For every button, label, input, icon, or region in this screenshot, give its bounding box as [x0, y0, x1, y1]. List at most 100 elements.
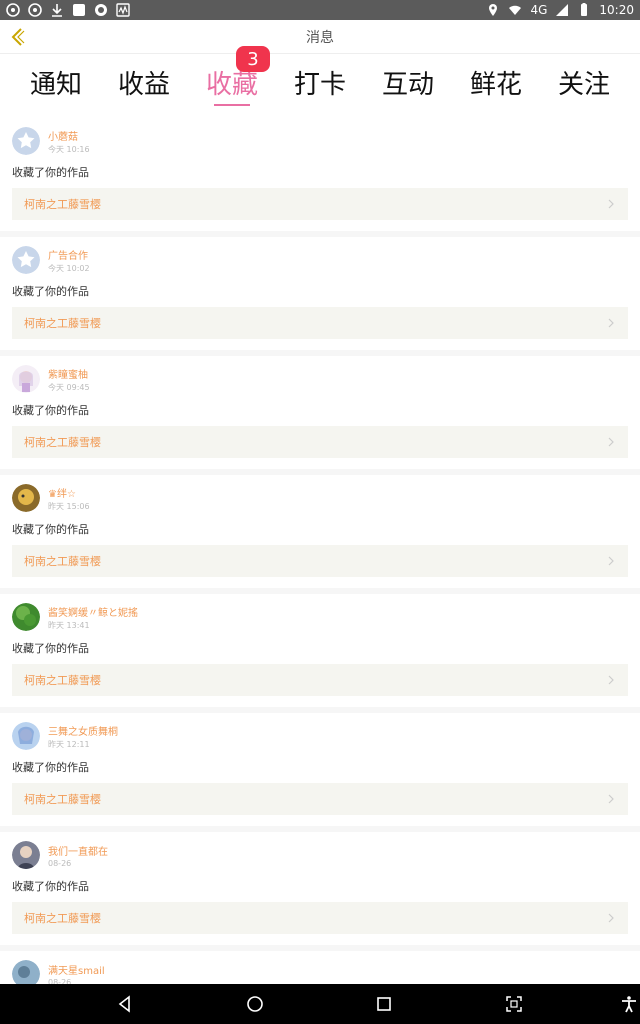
tab-follows[interactable]: 关注: [540, 54, 628, 118]
username[interactable]: 广告合作: [48, 247, 90, 262]
timestamp: 昨天 13:41: [48, 620, 90, 630]
timestamp: 今天 10:16: [48, 144, 90, 154]
tab-interactions[interactable]: 互动: [364, 54, 452, 118]
action-text: 收藏了你的作品: [12, 761, 89, 774]
list-item: 满天星smail 08-26: [0, 951, 640, 984]
unread-badge: 3: [236, 46, 270, 72]
user-row[interactable]: 小蘑菇 今天 10:16: [12, 126, 628, 156]
tab-label: 关注: [557, 70, 610, 100]
tab-label: 收藏: [205, 70, 258, 100]
tab-label: 收益: [117, 70, 170, 100]
username[interactable]: 紫瞳蜜柚: [48, 366, 90, 381]
chevron-right-icon: [608, 199, 614, 209]
username[interactable]: 我们一直都在: [48, 843, 108, 858]
action-text: 收藏了你的作品: [12, 404, 89, 417]
work-title: 柯南之工藤雪樱: [24, 793, 101, 806]
timestamp: 昨天 15:06: [48, 501, 90, 511]
accessibility-icon: [622, 996, 636, 1013]
status-icons-right: 4G 10:20: [486, 3, 634, 17]
download-icon: [50, 3, 64, 17]
battery-icon: [577, 3, 591, 17]
tab-label: 鲜花: [469, 70, 522, 100]
tab-label: 打卡: [293, 70, 346, 100]
tab-checkin[interactable]: 打卡: [276, 54, 364, 118]
tab-favorites[interactable]: 收藏 3: [188, 46, 276, 118]
tab-notifications[interactable]: 通知: [12, 54, 100, 118]
avatar[interactable]: [12, 841, 40, 869]
system-nav-bar: [0, 984, 640, 1024]
work-title: 柯南之工藤雪樱: [24, 317, 101, 330]
work-link[interactable]: 柯南之工藤雪樱: [12, 545, 628, 577]
nav-screenshot-button[interactable]: [502, 992, 526, 1016]
work-link[interactable]: 柯南之工藤雪樱: [12, 307, 628, 339]
work-link[interactable]: 柯南之工藤雪樱: [12, 783, 628, 815]
tab-label: 互动: [381, 70, 434, 100]
page-title: 消息: [306, 29, 334, 46]
chevron-right-icon: [608, 437, 614, 447]
status-time: 10:20: [599, 3, 634, 17]
work-title: 柯南之工藤雪樱: [24, 912, 101, 925]
work-title: 柯南之工藤雪樱: [24, 436, 101, 449]
list-item: 酱笑婀缓〃鲸と妮搖 昨天 13:41 收藏了你的作品 柯南之工藤雪樱: [0, 594, 640, 707]
nav-back-button[interactable]: [113, 992, 137, 1016]
user-row[interactable]: 三舞之女质舞桐 昨天 12:11: [12, 721, 628, 751]
back-icon: [118, 995, 130, 1013]
user-row[interactable]: 满天星smail 08-26: [12, 959, 628, 984]
chevron-right-icon: [608, 556, 614, 566]
chevron-left-icon: [11, 28, 25, 46]
list-item: 紫瞳蜜柚 今天 09:45 收藏了你的作品 柯南之工藤雪樱: [0, 356, 640, 469]
avatar[interactable]: [12, 960, 40, 984]
work-title: 柯南之工藤雪樱: [24, 674, 101, 687]
tab-label: 通知: [29, 70, 82, 100]
work-link[interactable]: 柯南之工藤雪樱: [12, 902, 628, 934]
chevron-right-icon: [608, 913, 614, 923]
network-label: 4G: [530, 3, 548, 17]
work-link[interactable]: 柯南之工藤雪樱: [12, 664, 628, 696]
work-link[interactable]: 柯南之工藤雪樱: [12, 188, 628, 220]
action-text: 收藏了你的作品: [12, 880, 89, 893]
user-row[interactable]: 广告合作 今天 10:02: [12, 245, 628, 275]
avatar[interactable]: [12, 246, 40, 274]
square-icon: [72, 3, 86, 17]
nav-home-button[interactable]: [243, 992, 267, 1016]
status-bar: 4G 10:20: [0, 0, 640, 20]
timestamp: 08-26: [48, 858, 72, 868]
avatar[interactable]: [12, 484, 40, 512]
work-title: 柯南之工藤雪樱: [24, 555, 101, 568]
message-list[interactable]: 小蘑菇 今天 10:16 收藏了你的作品 柯南之工藤雪樱 广告合作 今天 10:…: [0, 118, 640, 984]
home-icon: [247, 996, 263, 1012]
signal-icon: [555, 3, 569, 17]
list-item: 广告合作 今天 10:02 收藏了你的作品 柯南之工藤雪樱: [0, 237, 640, 350]
username[interactable]: 三舞之女质舞桐: [48, 723, 118, 738]
user-row[interactable]: ♛绊☆ 昨天 15:06: [12, 483, 628, 513]
action-text: 收藏了你的作品: [12, 166, 89, 179]
user-row[interactable]: 我们一直都在 08-26: [12, 840, 628, 870]
work-title: 柯南之工藤雪樱: [24, 198, 101, 211]
avatar[interactable]: [12, 127, 40, 155]
list-item: 小蘑菇 今天 10:16 收藏了你的作品 柯南之工藤雪樱: [0, 118, 640, 231]
work-link[interactable]: 柯南之工藤雪樱: [12, 426, 628, 458]
chat-icon: [94, 3, 108, 17]
waveform-icon: [116, 3, 130, 17]
nav-accessibility-button[interactable]: [617, 992, 640, 1016]
user-row[interactable]: 酱笑婀缓〃鲸と妮搖 昨天 13:41: [12, 602, 628, 632]
username[interactable]: 满天星smail: [48, 962, 105, 977]
avatar[interactable]: [12, 365, 40, 393]
chevron-right-icon: [608, 794, 614, 804]
screenshot-icon: [506, 996, 522, 1012]
user-row[interactable]: 紫瞳蜜柚 今天 09:45: [12, 364, 628, 394]
list-item: 我们一直都在 08-26 收藏了你的作品 柯南之工藤雪樱: [0, 832, 640, 945]
tab-flowers[interactable]: 鲜花: [452, 54, 540, 118]
active-tab-indicator: [214, 104, 250, 106]
tab-earnings[interactable]: 收益: [100, 54, 188, 118]
recents-icon: [377, 997, 391, 1011]
username[interactable]: 酱笑婀缓〃鲸と妮搖: [48, 604, 138, 619]
username[interactable]: 小蘑菇: [48, 128, 90, 143]
username[interactable]: ♛绊☆: [48, 485, 90, 500]
action-text: 收藏了你的作品: [12, 642, 89, 655]
nav-recents-button[interactable]: [372, 992, 396, 1016]
avatar[interactable]: [12, 603, 40, 631]
chevron-right-icon: [608, 318, 614, 328]
avatar[interactable]: [12, 722, 40, 750]
back-button[interactable]: [6, 24, 30, 50]
